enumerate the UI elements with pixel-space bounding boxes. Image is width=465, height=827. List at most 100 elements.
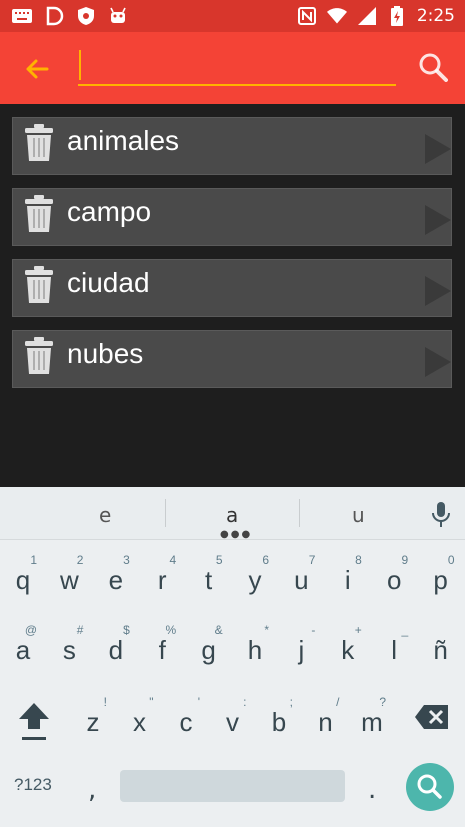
suggestion-item[interactable]: e [99, 503, 111, 527]
search-input[interactable] [78, 46, 396, 86]
list-item[interactable]: campo [12, 188, 452, 246]
key-label: x [133, 707, 146, 737]
key-t[interactable]: 5t [189, 545, 229, 605]
key-i[interactable]: 8i [328, 545, 368, 605]
list-item-label: campo [67, 196, 152, 227]
key-label: h [247, 635, 263, 665]
key-label: p [433, 565, 448, 595]
key-l[interactable]: _ l [374, 615, 414, 675]
trash-icon[interactable] [24, 124, 54, 162]
key-w[interactable]: 2w [49, 545, 89, 605]
text-caret [79, 50, 81, 80]
nfc-icon [297, 6, 317, 26]
space-bar[interactable] [120, 770, 345, 802]
key-label: g [201, 635, 216, 665]
play-arrow-icon[interactable] [425, 205, 451, 235]
play-arrow-icon[interactable] [425, 134, 451, 164]
key-j[interactable]: -j [281, 615, 321, 675]
signal-icon [357, 6, 377, 26]
key-label: l [391, 635, 398, 665]
list-item-label: ciudad [67, 267, 150, 298]
microphone-icon [432, 502, 450, 527]
key-h[interactable]: * h [235, 615, 275, 675]
key-e[interactable]: 3e [96, 545, 136, 605]
key-q[interactable]: 1q [3, 545, 43, 605]
key-v[interactable]: :v [213, 687, 253, 747]
key-x[interactable]: " x [120, 687, 160, 747]
key-label: c [179, 707, 193, 737]
key-label: u [294, 565, 309, 595]
backspace-icon [415, 705, 448, 729]
key-m[interactable]: ? m [352, 687, 392, 747]
shift-icon [19, 703, 49, 740]
trash-icon[interactable] [24, 266, 54, 304]
key-label: s [62, 635, 76, 665]
list-item[interactable]: animales [12, 117, 452, 175]
trash-icon[interactable] [24, 337, 54, 375]
key-label: y [248, 565, 262, 595]
key-n[interactable]: / n [306, 687, 346, 747]
suggestion-item[interactable]: a [226, 503, 238, 527]
key-d[interactable]: $ d [96, 615, 136, 675]
suggestion-item[interactable]: u [352, 503, 365, 527]
status-bar: 2:25 [0, 0, 465, 32]
key-ñ[interactable]: ñ [421, 615, 461, 675]
key-k[interactable]: + k [328, 615, 368, 675]
category-list: animales campo ciudad nubes [12, 117, 452, 401]
period-key[interactable]: . [368, 775, 376, 805]
shift-key[interactable] [16, 699, 52, 743]
keyboard-icon [12, 6, 32, 26]
suggestion-divider [299, 499, 300, 527]
key-label: v [226, 707, 239, 737]
key-label: r [157, 565, 167, 595]
soft-keyboard: e a u ●●● 1 q 2 w 3 e 4 r 5 t 6 y 7 u 8 i 9 o 0 p @ a # s $ d% f & g… [0, 487, 465, 827]
key-o[interactable]: 9o [374, 545, 414, 605]
key-label: n [318, 707, 333, 737]
key-f[interactable]: % f [142, 615, 182, 675]
key-label: i [344, 565, 351, 595]
key-b[interactable]: ; b [259, 687, 299, 747]
suggestion-strip: e a u ●●● [0, 487, 465, 540]
key-label: w [60, 565, 79, 595]
list-item[interactable]: ciudad [12, 259, 452, 317]
key-g[interactable]: & g [189, 615, 229, 675]
arrow-left-icon [26, 59, 49, 79]
key-z[interactable]: ! z [73, 687, 113, 747]
key-s[interactable]: # s [49, 615, 89, 675]
key-label: a [15, 635, 31, 665]
symbols-key[interactable]: ?123 [14, 775, 52, 795]
key-label: j [298, 635, 305, 665]
badge-icon [76, 6, 96, 26]
d-app-icon [44, 6, 64, 26]
key-a[interactable]: @ a [3, 615, 43, 675]
search-action-key[interactable] [406, 763, 454, 811]
search-toolbar [0, 32, 465, 104]
backspace-key[interactable] [414, 703, 450, 731]
comma-key[interactable]: , [88, 775, 96, 805]
back-button[interactable] [20, 52, 54, 86]
key-c[interactable]: ' c [166, 687, 206, 747]
key-label: ñ [433, 635, 448, 665]
trash-icon[interactable] [24, 195, 54, 233]
key-label: b [271, 707, 287, 737]
play-arrow-icon[interactable] [425, 276, 451, 306]
key-r[interactable]: 4r [142, 545, 182, 605]
key-label: m [361, 707, 383, 737]
key-label: t [204, 565, 213, 595]
key-label: z [86, 707, 100, 737]
more-suggestions-icon[interactable]: ●●● [220, 529, 252, 540]
key-label: d [108, 635, 124, 665]
list-item[interactable]: nubes [12, 330, 452, 388]
search-icon [417, 774, 442, 799]
key-u[interactable]: 7u [281, 545, 321, 605]
key-label: q [15, 565, 31, 595]
microphone-button[interactable] [430, 501, 452, 529]
key-label: e [108, 565, 124, 595]
status-time: 2:25 [416, 6, 455, 26]
key-p[interactable]: 0p [421, 545, 461, 605]
play-arrow-icon[interactable] [425, 347, 451, 377]
list-item-label: nubes [67, 338, 144, 369]
key-y[interactable]: 6y [235, 545, 275, 605]
search-button[interactable] [416, 50, 450, 84]
android-icon [108, 6, 128, 26]
